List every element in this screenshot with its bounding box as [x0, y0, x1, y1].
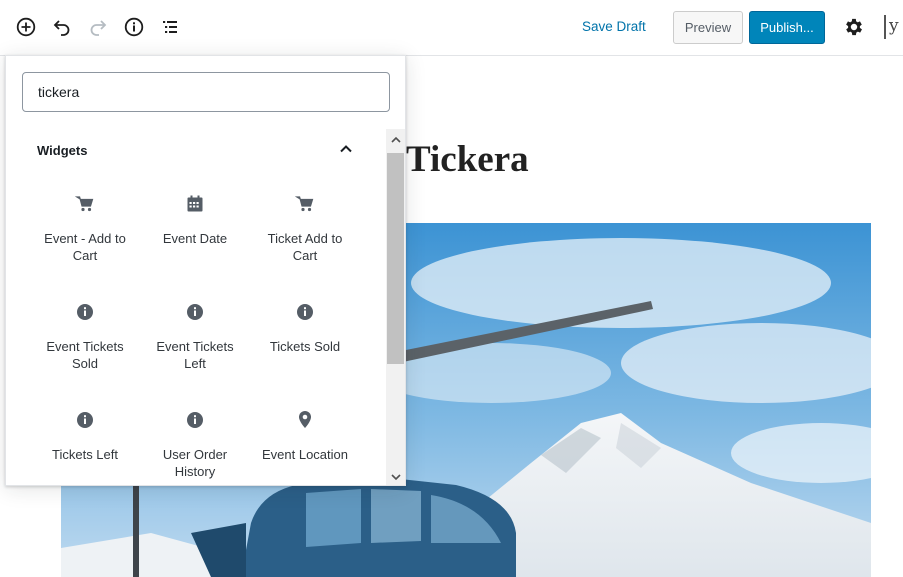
widgets-panel-toggle[interactable]: Widgets — [6, 129, 386, 173]
info-icon — [76, 301, 94, 323]
cart-icon — [295, 193, 315, 215]
block-item-ticket-add-to-cart[interactable]: Ticket Add to Cart — [250, 183, 360, 283]
block-item-tickets-left[interactable]: Tickets Left — [30, 399, 140, 485]
yoast-icon[interactable]: y — [884, 15, 903, 39]
gear-icon[interactable] — [843, 16, 865, 43]
block-item-label: Tickets Left — [52, 447, 118, 462]
scroll-down-arrow-icon[interactable] — [386, 468, 405, 485]
undo-icon[interactable] — [49, 14, 75, 40]
block-item-event-location[interactable]: Event Location — [250, 399, 360, 485]
panel-title: Widgets — [37, 143, 88, 158]
post-title[interactable]: Tickera — [406, 138, 529, 181]
info-icon — [76, 409, 94, 431]
preview-button[interactable]: Preview — [673, 11, 743, 44]
block-item-user-order-history[interactable]: User Order History — [140, 399, 250, 485]
location-pin-icon — [297, 409, 313, 431]
info-icon — [296, 301, 314, 323]
redo-icon[interactable] — [85, 14, 111, 40]
block-item-label: Event - Add to Cart — [44, 231, 126, 263]
block-item-label: Event Tickets Left — [156, 339, 234, 371]
block-item-event-add-to-cart[interactable]: Event - Add to Cart — [30, 183, 140, 283]
widgets-panel: Widgets Event - Add to Cart Event Date T… — [6, 129, 386, 485]
info-icon — [186, 301, 204, 323]
block-item-event-tickets-sold[interactable]: Event Tickets Sold — [30, 291, 140, 391]
plus-circle-icon[interactable] — [13, 14, 39, 40]
editor-toolbar: Save Draft Preview Publish... y — [0, 0, 903, 56]
block-item-event-date[interactable]: Event Date — [140, 183, 250, 283]
block-search-input[interactable] — [22, 72, 390, 112]
scrollbar-thumb[interactable] — [387, 153, 404, 364]
block-item-label: User Order History — [162, 447, 228, 479]
info-icon[interactable] — [121, 14, 147, 40]
chevron-up-icon[interactable] — [338, 141, 354, 162]
block-item-label: Event Date — [162, 231, 228, 246]
block-item-event-tickets-left[interactable]: Event Tickets Left — [140, 291, 250, 391]
block-item-label: Event Location — [261, 447, 348, 462]
cart-icon — [75, 193, 95, 215]
info-icon — [186, 409, 204, 431]
inserter-scrollbar[interactable] — [386, 129, 405, 485]
publish-button[interactable]: Publish... — [749, 11, 825, 44]
block-item-label: Tickets Sold — [269, 339, 341, 354]
save-draft-button[interactable]: Save Draft — [582, 19, 646, 34]
block-inserter-popover: Widgets Event - Add to Cart Event Date — [5, 55, 406, 486]
scroll-up-arrow-icon[interactable] — [386, 131, 405, 148]
block-item-tickets-sold[interactable]: Tickets Sold — [250, 291, 360, 391]
list-view-icon[interactable] — [157, 14, 183, 40]
block-item-label: Ticket Add to Cart — [267, 231, 343, 263]
calendar-icon — [185, 193, 205, 215]
block-item-label: Event Tickets Sold — [46, 339, 124, 371]
